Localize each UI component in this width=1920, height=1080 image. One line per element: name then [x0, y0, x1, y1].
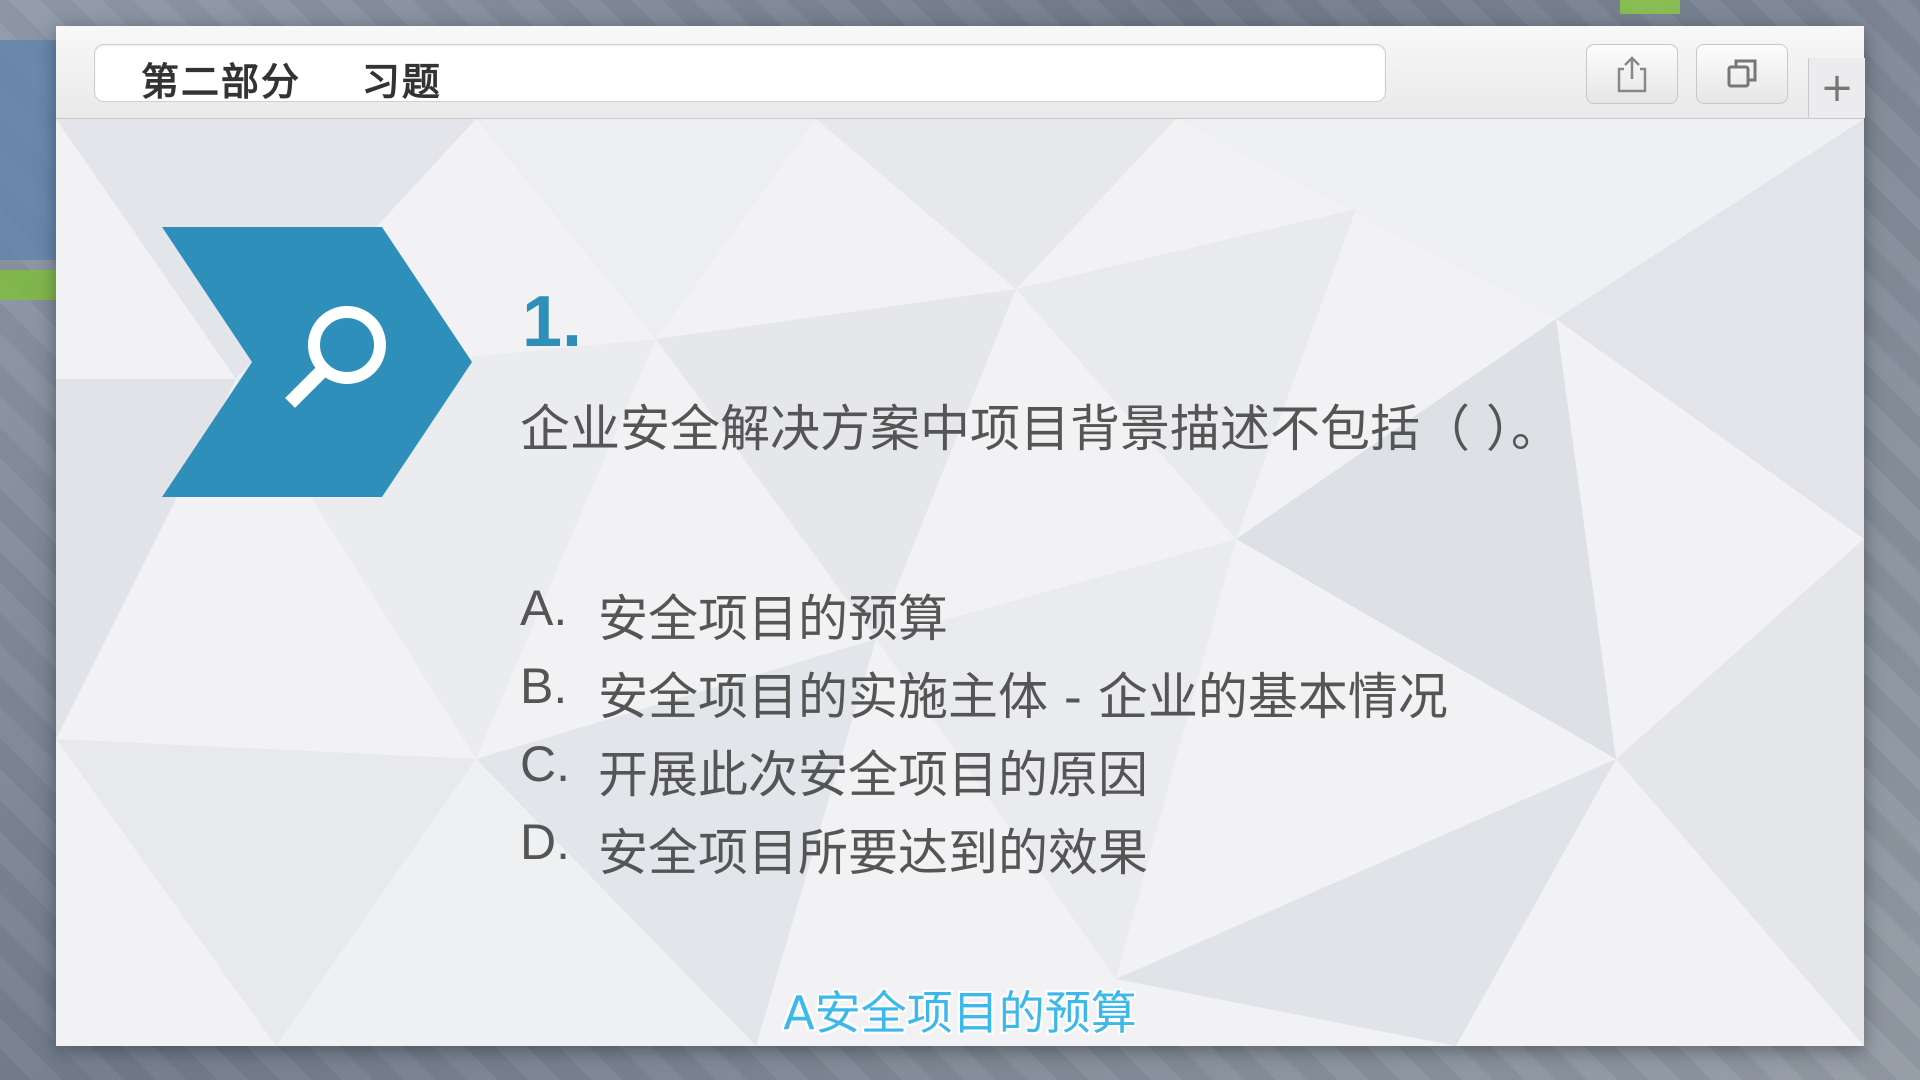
option-letter: A. [520, 580, 568, 636]
window-title: 第二部分 习题 [141, 60, 442, 104]
window-toolbar: 第二部分 习题 + [56, 26, 1865, 119]
background-blur-shape [0, 40, 56, 260]
answer-options: A. 安全项目的预算 B. 安全项目的实施主体 - 企业的基本情况 C. 开展此… [520, 579, 1448, 891]
option-letter: C. [520, 736, 570, 792]
slide-window: 第二部分 习题 + 1. 企业安全解决方案中项目背景描述不包括（ ）。 A. 安… [56, 26, 1865, 1046]
option-text: 安全项目的实施主体 - 企业的基本情况 [598, 668, 1448, 726]
option-text: 安全项目的预算 [598, 590, 948, 648]
option-text: 安全项目所要达到的效果 [598, 824, 1148, 882]
background-blur-shape [1620, 0, 1680, 14]
add-button[interactable]: + [1808, 58, 1865, 118]
option-letter: B. [520, 658, 568, 714]
duplicate-button[interactable] [1696, 44, 1788, 104]
background-blur-shape [0, 270, 60, 300]
option-text: 开展此次安全项目的原因 [598, 746, 1148, 804]
option-c: C. 开展此次安全项目的原因 [520, 735, 1448, 813]
option-a: A. 安全项目的预算 [520, 579, 1448, 657]
option-b: B. 安全项目的实施主体 - 企业的基本情况 [520, 657, 1448, 735]
title-field[interactable]: 第二部分 习题 [94, 44, 1386, 104]
duplicate-icon [1727, 59, 1757, 88]
question-text: 企业安全解决方案中项目背景描述不包括（ ）。 [520, 400, 1561, 458]
option-d: D. 安全项目所要达到的效果 [520, 813, 1448, 891]
slide-content: 1. 企业安全解决方案中项目背景描述不包括（ ）。 A. 安全项目的预算 B. … [56, 119, 1864, 1046]
question-badge [162, 227, 472, 497]
question-number: 1. [522, 282, 583, 362]
share-icon [1617, 56, 1647, 93]
video-subtitle: A安全项目的预算 [783, 986, 1137, 1040]
share-button[interactable] [1586, 44, 1678, 104]
option-letter: D. [520, 814, 570, 870]
